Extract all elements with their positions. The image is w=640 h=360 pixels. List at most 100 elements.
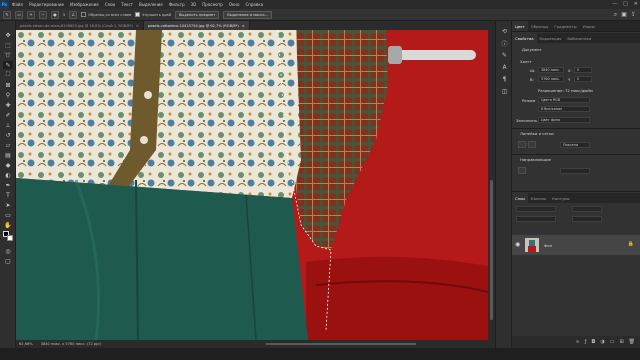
quick-mask-icon[interactable]: ◎ — [3, 247, 13, 255]
workspace-icon[interactable]: ▣ — [621, 11, 627, 19]
lock-controls[interactable] — [516, 216, 556, 222]
angle-icon[interactable]: ∠ — [69, 10, 78, 19]
bit-depth-select[interactable]: 8 бит/канал — [538, 106, 590, 112]
crop-tool-icon[interactable]: ⛶ — [3, 71, 13, 79]
checkbox-box[interactable] — [81, 12, 87, 17]
gradient-tool-icon[interactable]: ▤ — [3, 151, 13, 159]
maximize-button[interactable]: □ — [623, 1, 628, 7]
width-field[interactable]: 3840 пикс. — [538, 67, 564, 73]
ruler-units-select[interactable]: Пиксели — [560, 142, 590, 148]
shape-tool-icon[interactable]: ▭ — [3, 211, 13, 219]
brush-preset-icon[interactable]: ● — [51, 10, 59, 19]
marquee-tool-icon[interactable]: ⬚ — [3, 41, 13, 49]
link-layers-icon[interactable]: ∞ — [575, 339, 579, 345]
layer-style-icon[interactable]: ƒ — [585, 339, 587, 345]
clone-stamp-tool-icon[interactable]: ⊥ — [3, 121, 13, 129]
vertical-scrollbar[interactable] — [488, 30, 495, 340]
tab-color[interactable]: Цвет — [512, 21, 528, 31]
tab-paths[interactable]: Контуры — [549, 193, 572, 203]
eye-icon[interactable]: ◉ — [515, 241, 520, 248]
brush-size-value[interactable]: 5 — [63, 13, 65, 17]
opacity-field[interactable] — [572, 216, 602, 222]
info-icon[interactable]: ⓘ — [500, 39, 509, 48]
menu-select[interactable]: Выделение — [136, 2, 166, 7]
new-layer-icon[interactable]: ⊞ — [619, 339, 623, 345]
glyphs-icon[interactable]: ◫ — [500, 87, 509, 95]
hand-tool-icon[interactable]: ✋ — [3, 221, 13, 229]
quick-select-tool-icon[interactable]: ✎ — [3, 10, 11, 19]
rulers-section-title[interactable]: Линейки и сетки — [520, 131, 554, 136]
share-icon[interactable]: ⇪ — [631, 11, 636, 19]
scrollbar-thumb[interactable] — [490, 180, 493, 320]
mode-select[interactable]: Цвета RGB — [538, 97, 590, 103]
brush-settings-icon[interactable]: ✎ — [500, 51, 509, 59]
select-subject-button[interactable]: Выделить предмет — [174, 10, 220, 19]
fill-select[interactable]: Цвет фона — [538, 117, 590, 123]
menu-help[interactable]: Справка — [242, 2, 266, 7]
menu-filter[interactable]: Фильтр — [166, 2, 188, 7]
y-field[interactable]: 0 — [574, 76, 592, 82]
menu-edit[interactable]: Редактирование — [26, 2, 67, 7]
ruler-button[interactable] — [518, 141, 526, 148]
tab-document-2[interactable]: pexels-cottonbro-10415754.jpg @ 62,7% (R… — [143, 21, 250, 30]
tab-layers[interactable]: Слои — [512, 193, 528, 203]
checkbox-box[interactable] — [135, 12, 141, 17]
menu-3d[interactable]: 3D — [188, 2, 200, 7]
canvas-section-title[interactable]: Холст — [520, 59, 532, 64]
close-tab-icon[interactable]: × — [242, 24, 245, 28]
menu-image[interactable]: Изображение — [67, 2, 102, 7]
tab-libraries[interactable]: Библиотеки — [564, 33, 594, 43]
close-button[interactable]: ✕ — [634, 1, 638, 7]
lasso-tool-icon[interactable]: ➰ — [3, 51, 13, 59]
layer-filter-select[interactable] — [516, 206, 556, 212]
close-tab-icon[interactable]: × — [136, 24, 139, 28]
add-selection-icon[interactable]: + — [27, 10, 35, 19]
frame-tool-icon[interactable]: ⊠ — [3, 81, 13, 89]
history-brush-tool-icon[interactable]: ↺ — [3, 131, 13, 139]
dodge-tool-icon[interactable]: ◐ — [3, 171, 13, 179]
menu-view[interactable]: Просмотр — [199, 2, 226, 7]
healing-brush-tool-icon[interactable]: ✚ — [3, 101, 13, 109]
menu-layer[interactable]: Слои — [102, 2, 118, 7]
guides-select[interactable] — [560, 168, 590, 174]
brush-tool-icon[interactable]: ✐ — [3, 111, 13, 119]
sample-all-layers-checkbox[interactable]: Образец со всех слоев — [81, 12, 131, 17]
minimize-button[interactable]: — — [612, 1, 617, 7]
eraser-tool-icon[interactable]: ▱ — [3, 141, 13, 149]
layer-row-background[interactable]: ◉ Фон 🔒 — [512, 235, 640, 255]
document-canvas[interactable] — [16, 30, 488, 340]
menu-window[interactable]: Окно — [226, 2, 243, 7]
tab-document-1[interactable]: pexels-edson-de-assis-8199803.jpg @ 18,8… — [16, 21, 144, 30]
screen-mode-icon[interactable]: ▢ — [3, 257, 13, 265]
background-color[interactable] — [7, 235, 13, 241]
menu-file[interactable]: Файл — [9, 2, 26, 7]
height-field[interactable]: 5760 пикс. — [538, 76, 564, 82]
tab-properties[interactable]: Свойства — [512, 33, 537, 43]
adjustment-layer-icon[interactable]: ◑ — [600, 339, 604, 345]
subtract-selection-icon[interactable]: − — [39, 10, 47, 19]
tab-swatches[interactable]: Образцы — [528, 21, 552, 31]
paragraph-icon[interactable]: ¶ — [500, 75, 509, 83]
move-tool-icon[interactable]: ✥ — [3, 31, 13, 39]
enhance-edge-checkbox[interactable]: Улучшить край — [135, 12, 171, 17]
tab-channels[interactable]: Каналы — [528, 193, 549, 203]
x-field[interactable]: 0 — [574, 67, 592, 73]
character-icon[interactable]: A — [500, 63, 509, 71]
tab-adjustments[interactable]: Коррекция — [537, 33, 565, 43]
add-mask-icon[interactable]: ◘ — [591, 339, 595, 345]
type-tool-icon[interactable]: T — [3, 191, 13, 199]
search-icon[interactable]: ⌕ — [614, 11, 617, 19]
blend-mode-select[interactable] — [572, 206, 602, 212]
photoshop-logo[interactable]: Ps — [0, 0, 9, 9]
quick-selection-tool-icon[interactable]: ✎ — [3, 61, 13, 69]
guides-section-title[interactable]: Направляющие — [520, 157, 551, 162]
select-and-mask-button[interactable]: Выделение и маска... — [223, 10, 272, 19]
tab-patterns[interactable]: Узоры — [580, 21, 598, 31]
group-icon[interactable]: ▭ — [610, 339, 615, 345]
menu-type[interactable]: Текст — [118, 2, 136, 7]
pen-tool-icon[interactable]: ✒ — [3, 181, 13, 189]
tab-gradients[interactable]: Градиенты — [551, 21, 579, 31]
zoom-level[interactable]: 62,66% — [19, 342, 33, 346]
new-selection-icon[interactable]: ▭ — [15, 10, 23, 19]
guides-button[interactable] — [518, 167, 526, 174]
